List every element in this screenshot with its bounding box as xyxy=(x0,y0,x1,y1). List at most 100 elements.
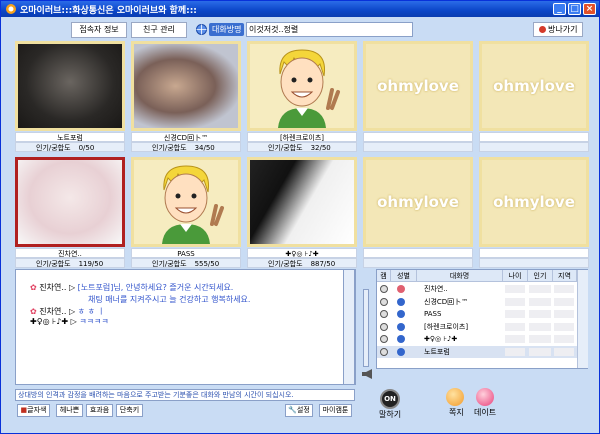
app-icon xyxy=(6,4,16,14)
exit-room-label: 방나가기 xyxy=(548,25,578,34)
cam-popularity: 인기/궁합도 555/50 xyxy=(131,258,241,268)
ohmylove-placeholder: ohmylove xyxy=(366,160,470,244)
blurred-cell xyxy=(529,285,551,293)
blurred-cell xyxy=(529,322,551,331)
chat-sender: 진차연.. xyxy=(39,283,67,292)
user-list-scrollbar[interactable] xyxy=(577,270,588,368)
note-icon[interactable] xyxy=(446,388,464,406)
user-row[interactable]: 노트포럼 xyxy=(377,345,577,358)
note-label[interactable]: 쪽지 xyxy=(449,407,464,418)
user-nickname: PASS xyxy=(424,310,442,318)
close-button[interactable]: × xyxy=(583,3,596,15)
user-info-button[interactable]: 접속자 정보 xyxy=(71,22,127,38)
cam-nickname[interactable] xyxy=(479,248,589,258)
room-name-field[interactable]: 이것저것..정렬 xyxy=(246,22,413,37)
cam-nickname[interactable]: [하렌크로이츠] xyxy=(247,132,357,142)
cam-view[interactable]: ohmylove xyxy=(479,41,589,131)
chat-line: ✿ 진차연.. ▷ [노트포럼]님, 안녕하세요? 즐거운 시간되세요. xyxy=(30,283,234,292)
user-row[interactable]: PASS xyxy=(377,308,577,320)
window-title: 오마이러브:::화상통신은 오마이러브와 함께::: xyxy=(20,5,197,16)
cam-view[interactable] xyxy=(15,41,125,131)
male-icon xyxy=(397,297,405,306)
settings-button[interactable]: 🔧설정 xyxy=(285,404,313,417)
date-label[interactable]: 데이트 xyxy=(474,407,496,418)
room-label: 대화방명 xyxy=(196,21,245,37)
blurred-cell xyxy=(554,310,574,318)
font-color-button[interactable]: ■글자색 xyxy=(17,404,50,417)
volume-slider[interactable] xyxy=(363,289,369,367)
col-header-age[interactable]: 나이 xyxy=(503,270,528,282)
chat-line: ✚♀◎ ⊦♪✚ ▷ ㅋㅋㅋㅋ xyxy=(30,317,109,326)
chat-message: 채팅 매너를 지켜주시고 늘 건강하고 행복하세요. xyxy=(88,295,251,304)
my-info-button[interactable]: 마이캠툰 xyxy=(319,404,352,417)
popularity-label: 인기/궁합도 xyxy=(152,260,187,268)
notice-bar: 상대방의 인격과 감정을 배려하는 마음으로 주고받는 기분좋은 대화와 만남의… xyxy=(15,389,355,401)
popularity-count: 32/50 xyxy=(310,144,331,152)
friends-button[interactable]: 친구 관리 xyxy=(131,22,187,38)
minimize-button[interactable]: _ xyxy=(553,3,566,15)
popularity-count: 119/50 xyxy=(78,260,104,268)
cam-nickname[interactable] xyxy=(479,132,589,142)
toolbar: 접속자 정보 친구 관리 대화방명 이것저것..정렬 방나가기 xyxy=(1,17,599,41)
cam-popularity xyxy=(479,142,589,152)
col-header-region[interactable]: 지역 xyxy=(553,270,577,282)
chat-log[interactable]: ✿ 진차연.. ▷ [노트포럼]님, 안녕하세요? 즐거운 시간되세요. 채팅 … xyxy=(15,269,356,385)
title-bar[interactable]: 오마이러브:::화상통신은 오마이러브와 함께::: _ □ × xyxy=(1,1,599,17)
cam-nickname[interactable]: 노트포럼 xyxy=(15,132,125,142)
user-row[interactable]: ✚♀◎ ⊦♪✚ xyxy=(377,333,577,345)
blurred-cell xyxy=(505,322,525,331)
chat-sender: ✚♀◎ ⊦♪✚ xyxy=(30,317,69,326)
user-row[interactable]: 진차연.. xyxy=(377,283,577,295)
font-color-label: 글자색 xyxy=(27,406,47,414)
blurred-cell xyxy=(505,335,525,343)
cam-nickname[interactable]: PASS xyxy=(131,248,241,258)
popularity-count: 887/50 xyxy=(310,260,336,268)
cam-popularity: 인기/궁합도 32/50 xyxy=(247,142,357,152)
blurred-cell xyxy=(529,310,551,318)
emoticon-button[interactable]: 헤나쁜 xyxy=(56,404,83,417)
blurred-cell xyxy=(529,335,551,343)
cam-view[interactable] xyxy=(131,157,241,247)
date-icon[interactable] xyxy=(476,388,494,406)
sound-effect-button[interactable]: 효과음 xyxy=(86,404,113,417)
cam-view[interactable]: ohmylove xyxy=(479,157,589,247)
talk-on-toggle[interactable]: ON xyxy=(380,389,400,409)
cam-nickname[interactable]: 진차연.. xyxy=(15,248,125,258)
webcam-icon xyxy=(380,285,388,293)
cam-view[interactable] xyxy=(15,157,125,247)
cam-nickname[interactable] xyxy=(363,132,473,142)
exit-icon xyxy=(538,26,546,33)
cam-view[interactable] xyxy=(131,41,241,131)
blurred-cell xyxy=(529,347,551,356)
popularity-label: 인기/궁합도 xyxy=(152,144,187,152)
cam-nickname[interactable] xyxy=(363,248,473,258)
cam-nickname[interactable]: 신경CD回卜™ xyxy=(131,132,241,142)
col-header-cam[interactable]: 캠 xyxy=(377,270,391,282)
webcam-icon xyxy=(380,335,388,343)
cam-view[interactable]: ohmylove xyxy=(363,41,473,131)
chat-message: [노트포럼]님, 안녕하세요? 즐거운 시간되세요. xyxy=(77,283,234,292)
blurred-cell xyxy=(505,310,525,318)
chat-sender: 진차연.. xyxy=(39,307,67,316)
col-header-nickname[interactable]: 대화명 xyxy=(417,270,503,282)
user-list[interactable]: 캠 성별 대화명 나이 인기 지역 진차연.. 신경CD回卜™ PASS [하렌크로이… xyxy=(376,269,588,369)
user-row[interactable]: 신경CD回卜™ xyxy=(377,296,577,308)
cam-view[interactable]: ohmylove xyxy=(363,157,473,247)
male-icon xyxy=(397,310,405,318)
col-header-gender[interactable]: 성별 xyxy=(391,270,417,282)
user-row[interactable]: [하렌크로이츠] xyxy=(377,321,577,333)
blurred-cell xyxy=(554,347,574,356)
cam-view[interactable] xyxy=(247,157,357,247)
exit-room-button[interactable]: 방나가기 xyxy=(533,22,583,37)
cam-view[interactable] xyxy=(247,41,357,131)
blurred-cell xyxy=(505,297,525,306)
male-icon xyxy=(397,335,405,343)
col-header-popularity[interactable]: 인기 xyxy=(528,270,553,282)
female-icon xyxy=(397,285,405,293)
speaker-icon[interactable] xyxy=(362,369,372,379)
maximize-button[interactable]: □ xyxy=(568,3,581,15)
cam-popularity xyxy=(479,258,589,268)
shortcut-button[interactable]: 단축키 xyxy=(116,404,143,417)
cam-nickname[interactable]: ✚♀◎ ⊦♪✚ xyxy=(247,248,357,258)
chat-scrollbar[interactable] xyxy=(343,269,355,385)
